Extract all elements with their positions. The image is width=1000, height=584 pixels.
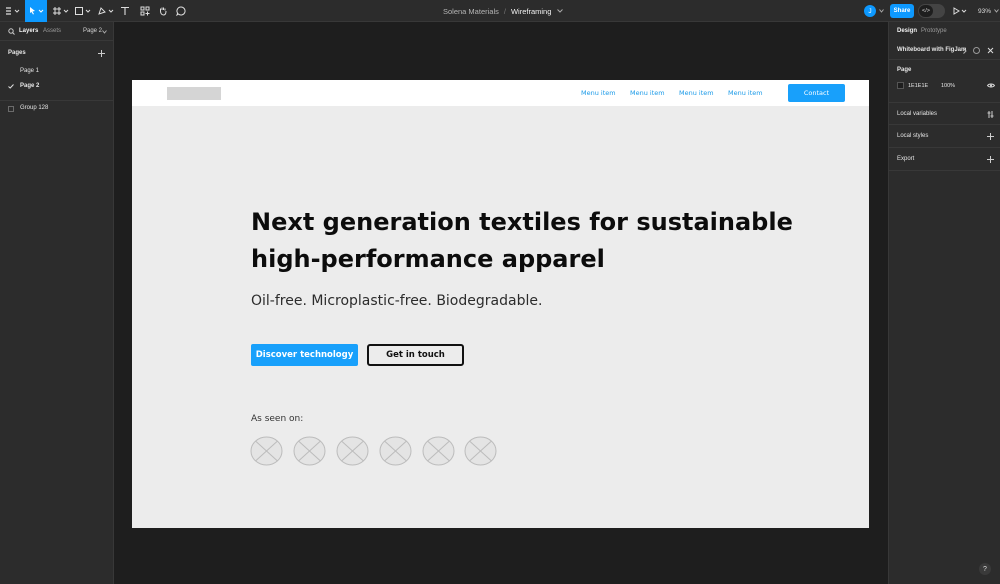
share-button[interactable]: Share [890,4,914,18]
hero-subtitle: Oil-free. Microplastic-free. Biodegradab… [251,293,543,309]
tab-prototype[interactable]: Prototype [921,28,947,34]
press-logo-placeholder [379,436,412,466]
frame-icon [53,7,69,15]
zoom-level: 93% [978,7,992,15]
chevron-down-icon[interactable] [557,9,564,13]
pen-tool-button[interactable] [97,0,115,22]
hero-title: Next generation textiles for sustainable… [251,208,793,273]
page-label: Page 1 [20,68,40,74]
nav-menu-item[interactable]: Menu item [581,89,616,97]
rectangle-icon [75,7,91,15]
page-item-1[interactable]: Page 1 [0,64,113,79]
plus-icon[interactable] [987,133,994,140]
page-properties: Page 1E1E1E 100% [889,64,1000,103]
page-section-title: Page [897,67,912,73]
local-styles-label: Local styles [897,133,929,139]
layer-label: Group 128 [20,105,49,111]
current-page-name[interactable]: Wireframing [511,7,551,16]
export-label: Export [897,156,915,162]
page-color-swatch[interactable] [897,82,904,89]
main-menu-button[interactable] [2,0,22,22]
left-panel: Layers Assets Page 2 Pages Page 1 Page 2… [0,22,114,584]
chevron-down-icon[interactable] [102,30,107,34]
site-navbar: Menu item Menu item Menu item Menu item … [132,80,869,106]
page-color-value[interactable]: 1E1E1E [908,83,928,89]
move-tool-button[interactable] [25,0,47,22]
group-icon [8,106,14,112]
hand-tool-button[interactable] [156,0,170,22]
checkmark-icon [8,84,14,89]
plus-icon[interactable] [98,50,105,57]
discover-technology-button[interactable]: Discover technology [251,344,358,366]
logo-placeholder [167,87,221,100]
export-row[interactable]: Export [889,148,1000,171]
page-label: Page 2 [20,83,40,89]
plugin-title: Whiteboard with FigJam [897,47,967,53]
dev-mode-icon: </> [919,5,933,17]
nav-menu-item[interactable]: Menu item [630,89,665,97]
pen-icon [98,7,114,15]
resources-icon [140,6,150,16]
as-seen-on-label: As seen on: [251,414,304,424]
tab-assets[interactable]: Assets [43,28,61,34]
press-logo-placeholder [464,436,497,466]
nav-menu-item[interactable]: Menu item [679,89,714,97]
press-logo-placeholder [422,436,455,466]
chevron-right-icon[interactable] [963,48,967,54]
pages-section-header: Pages [0,47,113,63]
figma-menu-icon [6,7,20,15]
play-icon [953,7,967,15]
chevron-down-icon[interactable] [879,9,884,13]
text-icon [121,6,129,15]
left-panel-tabs: Layers Assets Page 2 [0,22,113,41]
page-item-2[interactable]: Page 2 [0,79,113,94]
plus-icon[interactable] [987,156,994,163]
pages-heading: Pages [8,50,26,56]
get-in-touch-button[interactable]: Get in touch [367,344,464,366]
chevron-down-icon [994,9,999,13]
close-icon[interactable] [987,47,994,54]
contact-button[interactable]: Contact [788,84,845,102]
file-name[interactable]: Solena Materials [443,7,499,16]
help-circle-icon[interactable] [973,47,980,54]
right-panel-tabs: Design Prototype [889,22,1000,41]
resources-tool-button[interactable] [138,0,152,22]
shape-tool-button[interactable] [74,0,92,22]
help-button[interactable]: ? [979,563,991,575]
layer-row[interactable]: Group 128 [0,101,113,116]
hand-icon [160,7,167,16]
artboard-frame[interactable]: Menu item Menu item Menu item Menu item … [132,80,869,528]
text-tool-button[interactable] [118,0,132,22]
press-logo-placeholder [336,436,369,466]
eye-icon[interactable] [987,83,995,88]
avatar[interactable]: J [864,5,876,17]
dev-mode-toggle[interactable]: </> [918,4,945,18]
plugin-row[interactable]: Whiteboard with FigJam [889,41,1000,60]
comment-icon [176,6,186,16]
local-styles-row[interactable]: Local styles [889,125,1000,148]
toolbar: Solena Materials / Wireframing J Share <… [0,0,1000,22]
tab-design[interactable]: Design [897,28,917,34]
right-panel: Design Prototype Whiteboard with FigJam … [888,22,1000,584]
press-logo-placeholder [293,436,326,466]
search-icon[interactable] [8,28,15,35]
local-variables-row[interactable]: Local variables [889,103,1000,125]
comment-tool-button[interactable] [174,0,188,22]
cursor-icon [30,7,44,15]
page-selector[interactable]: Page 2 [83,28,102,34]
sliders-icon[interactable] [987,111,994,118]
breadcrumb-separator: / [503,6,506,16]
nav-menu-item[interactable]: Menu item [728,89,763,97]
local-variables-label: Local variables [897,111,938,117]
present-button[interactable] [952,0,968,22]
file-breadcrumb: Solena Materials / Wireframing [443,0,564,22]
tab-layers[interactable]: Layers [19,28,38,34]
zoom-control[interactable]: 93% [978,0,999,22]
frame-tool-button[interactable] [52,0,70,22]
press-logo-placeholder [250,436,283,466]
page-opacity-value[interactable]: 100% [941,83,955,89]
